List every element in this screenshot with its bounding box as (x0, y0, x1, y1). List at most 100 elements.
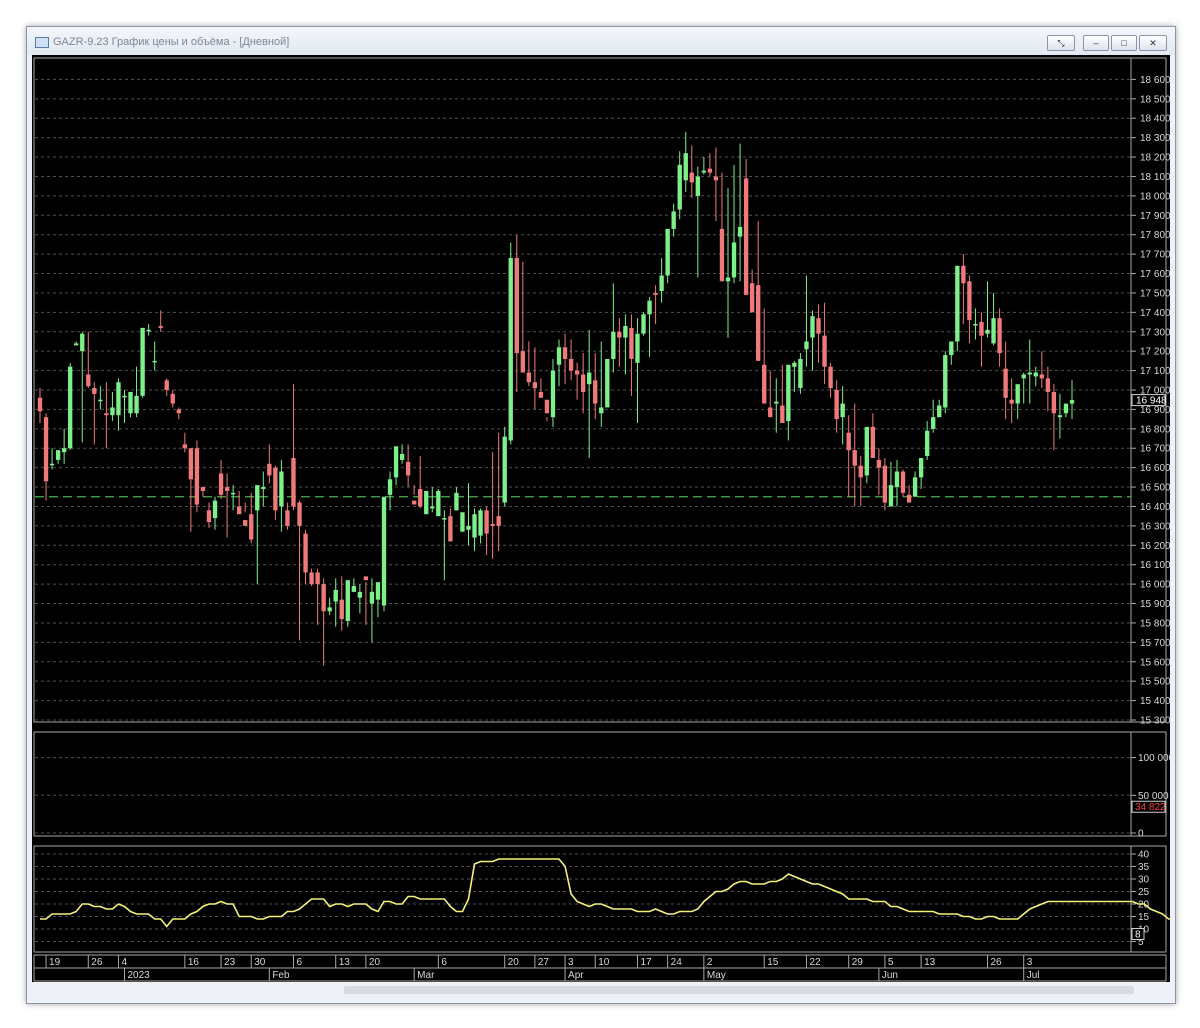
time-tick-label: 15 (767, 957, 779, 968)
candle-body (478, 510, 483, 536)
candle-body (1009, 399, 1014, 404)
candle-body (243, 520, 248, 526)
price-tick-label: 17 500 (1140, 288, 1170, 299)
time-tick-label: 29 (852, 957, 864, 968)
indicator-tick-label: 30 (1138, 875, 1150, 886)
candle-body (249, 514, 254, 540)
maximize-button[interactable]: □ (1111, 35, 1137, 51)
candle-body (194, 448, 200, 505)
candle-body (526, 372, 532, 383)
candle-body (92, 388, 97, 394)
price-tick-label: 16 400 (1140, 502, 1170, 513)
time-tick-label: 5 (888, 957, 894, 968)
candle-body (1069, 400, 1075, 404)
candle-body (762, 364, 767, 404)
candle-body (737, 226, 743, 237)
candle-body (327, 607, 332, 612)
candle-body (918, 457, 924, 478)
time-tick-label: 6 (441, 957, 447, 968)
time-tick-label: 16 (188, 957, 200, 968)
candle-body (1057, 415, 1063, 418)
price-tick-label: 16 600 (1140, 463, 1170, 474)
chart-canvas[interactable]: 15 30015 40015 50015 60015 70015 80015 9… (32, 55, 1200, 982)
time-tick-label: 3 (1027, 957, 1033, 968)
candle-body (997, 318, 1002, 354)
time-tick-label: 24 (671, 957, 683, 968)
candle-body (116, 382, 121, 416)
candle-body (496, 516, 501, 526)
candle-body (1063, 403, 1069, 414)
candle-body (695, 176, 700, 196)
candle-body (104, 413, 109, 416)
price-tick-label: 15 300 (1140, 716, 1170, 727)
horizontal-scrollbar[interactable] (32, 982, 1170, 998)
chart-window-icon (35, 37, 49, 48)
restore-icon[interactable]: ⤡ (1047, 35, 1075, 51)
candle-body (110, 407, 115, 416)
candle-body (520, 351, 525, 373)
candle-body (882, 465, 888, 503)
candle-body (617, 331, 622, 338)
candle (641, 312, 646, 336)
candle-body (538, 391, 544, 398)
candle-body (804, 341, 809, 350)
candle-body (888, 485, 894, 507)
candle-body (713, 176, 719, 181)
time-tick-label: 17 (640, 957, 652, 968)
candle-body (659, 275, 664, 291)
candle-body (357, 591, 363, 598)
candle-body (701, 170, 707, 173)
price-tick-label: 15 600 (1140, 657, 1170, 668)
time-tick-label: 20 (369, 957, 381, 968)
candle-body (756, 285, 761, 361)
minimize-button[interactable]: – (1083, 35, 1109, 51)
candle (900, 469, 906, 497)
chart-background (32, 55, 1170, 982)
candle (743, 159, 749, 295)
time-tick-label: 30 (254, 957, 266, 968)
candle-body (363, 576, 369, 581)
price-tick-label: 18 600 (1140, 75, 1170, 86)
candle-body (629, 327, 634, 359)
candle (605, 358, 610, 408)
candle-body (86, 374, 91, 387)
indicator-tick-label: 25 (1138, 887, 1150, 898)
candle-body (967, 281, 972, 321)
candle-body (719, 228, 725, 282)
candle-body (375, 582, 381, 600)
candle-body (792, 362, 797, 367)
candle-body (448, 516, 453, 542)
time-axis[interactable]: 19 26 4 16 23 30 6 13 20 6 20 27 3 10 17 24 2 15 22 29 5 13 26… (33, 954, 1167, 982)
candle-body (635, 333, 640, 363)
last-volume-label: 34 822 (1135, 802, 1166, 813)
candle-body (98, 399, 103, 402)
candle-body (387, 479, 393, 495)
candle-body (80, 333, 85, 352)
price-tick-label: 18 400 (1140, 114, 1170, 125)
candle-body (333, 589, 338, 602)
candle-body (297, 502, 302, 526)
close-button[interactable]: ✕ (1139, 35, 1167, 51)
candle-body (351, 586, 356, 592)
scrollbar-thumb[interactable] (344, 986, 1134, 994)
chart-window: GAZR-9.23 График цены и объёма - [Дневно… (26, 26, 1200, 1004)
candle-body (37, 397, 43, 412)
candle-body (460, 512, 465, 532)
candle-body (1021, 374, 1026, 379)
candle-body (514, 258, 519, 354)
candle (436, 489, 441, 517)
candle-body (1039, 374, 1044, 379)
candle-body (291, 457, 296, 507)
candle-body (430, 506, 435, 509)
time-tick-label: 13 (924, 957, 936, 968)
candle-body (212, 500, 218, 519)
candle-body (484, 510, 489, 534)
candle (864, 426, 869, 484)
price-tick-label: 16 100 (1140, 560, 1170, 571)
candle-body (122, 395, 127, 398)
time-tick-label: 26 (91, 957, 103, 968)
candle-body (345, 580, 350, 621)
window-titlebar[interactable]: GAZR-9.23 График цены и объёма - [Дневно… (27, 27, 1175, 55)
candle-body (786, 364, 791, 422)
candle-body (472, 514, 477, 538)
